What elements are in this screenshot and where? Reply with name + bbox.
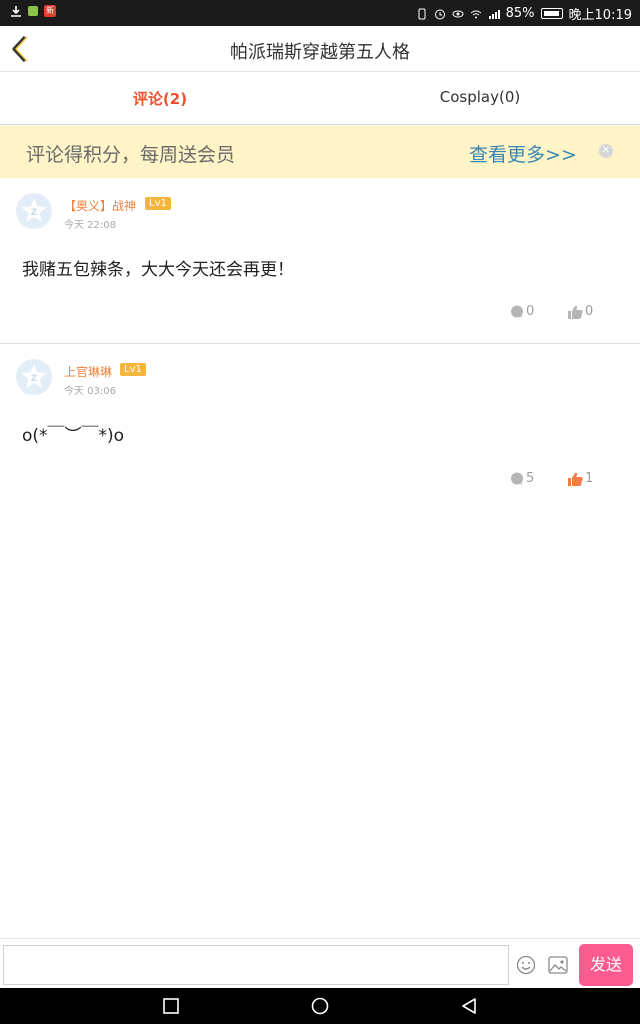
status-bar: 新 85% 晚上10:19	[0, 0, 640, 26]
svg-text:Z: Z	[31, 208, 38, 218]
like-count: 1	[585, 471, 594, 486]
emoji-icon[interactable]	[516, 955, 536, 975]
comment-input-bar: 发送	[0, 938, 640, 988]
alarm-icon	[434, 9, 445, 19]
banner-close-icon[interactable]: ✕	[599, 144, 613, 158]
battery-percent: 85%	[505, 6, 535, 21]
reply-count: 5	[526, 471, 535, 486]
thumbs-up-icon	[568, 472, 583, 486]
reply-button[interactable]: 5	[510, 471, 534, 486]
comment-bubble-icon	[511, 472, 523, 485]
system-nav-bar	[0, 988, 640, 1024]
like-button[interactable]: 1	[568, 471, 593, 486]
reply-button[interactable]: 0	[510, 304, 534, 319]
username[interactable]: 上官琳琳	[64, 363, 112, 380]
app-notification-icon	[28, 6, 38, 16]
title-bar: 帕派瑞斯穿越第五人格	[0, 26, 640, 72]
image-icon[interactable]	[548, 956, 568, 974]
like-button[interactable]: 0	[568, 304, 593, 319]
like-count: 0	[585, 304, 594, 319]
comment-item: Z 【奥义】战神 Lv1 今天 22:08 我赌五包辣条，大大今天还会再更！ 0…	[0, 178, 640, 343]
username[interactable]: 【奥义】战神	[64, 197, 136, 214]
send-button[interactable]: 发送	[579, 944, 633, 986]
thumbs-up-icon	[568, 305, 583, 319]
avatar[interactable]: Z	[16, 193, 52, 229]
comment-item: Z 上官琳琳 Lv1 今天 03:06 o(*￣︶￣*)o 5 1	[0, 344, 640, 509]
tab-comments[interactable]: 评论(2)	[0, 88, 320, 109]
comment-text: 我赌五包辣条，大大今天还会再更！	[22, 260, 294, 280]
comment-text: o(*￣︶￣*)o	[22, 426, 125, 446]
points-banner: 评论得积分，每周送会员 查看更多>>	[0, 126, 640, 178]
tab-cosplay[interactable]: Cosplay(0)	[320, 88, 640, 106]
default-avatar-icon: Z	[21, 198, 47, 222]
level-badge: Lv1	[120, 363, 146, 376]
svg-text:Z: Z	[31, 374, 38, 384]
comment-time: 今天 22:08	[64, 220, 116, 231]
comment-bubble-icon	[511, 305, 523, 318]
clock: 晚上10:19	[568, 8, 632, 23]
view-more-link[interactable]: 查看更多>>	[469, 140, 577, 167]
home-icon[interactable]	[310, 997, 330, 1017]
download-icon	[11, 6, 21, 17]
comment-input[interactable]	[3, 945, 509, 985]
wifi-icon	[470, 10, 481, 18]
tab-bar: 评论(2) Cosplay(0)	[0, 72, 640, 125]
news-badge: 新	[44, 5, 56, 17]
default-avatar-icon: Z	[21, 364, 47, 388]
eye-icon	[452, 10, 464, 17]
back-icon[interactable]	[460, 997, 478, 1015]
banner-text: 评论得积分，每周送会员	[26, 144, 236, 166]
vibrate-icon	[418, 8, 426, 19]
comment-time: 今天 03:06	[64, 386, 116, 397]
signal-icon	[488, 9, 500, 19]
avatar[interactable]: Z	[16, 359, 52, 395]
level-badge: Lv1	[145, 197, 171, 210]
recent-apps-icon[interactable]	[162, 997, 180, 1015]
reply-count: 0	[526, 304, 535, 319]
battery-icon	[540, 8, 563, 19]
page-title: 帕派瑞斯穿越第五人格	[230, 42, 410, 63]
